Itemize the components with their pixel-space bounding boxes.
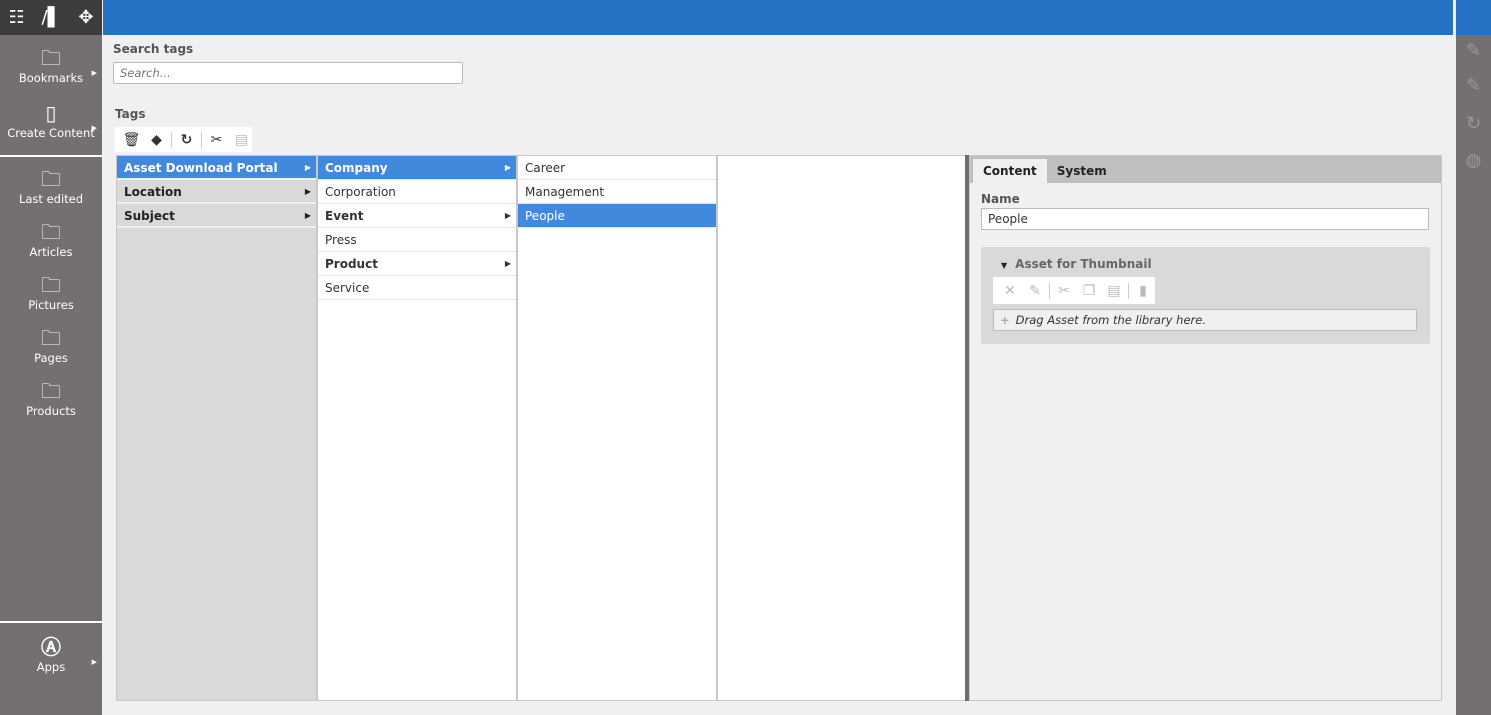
separator	[171, 131, 172, 148]
tab-system[interactable]: System	[1047, 159, 1117, 183]
navigate-icon[interactable]: ✥	[78, 7, 93, 28]
search-folder-icon: 🗀	[41, 273, 61, 297]
tag-label: Asset Download Portal	[124, 161, 278, 175]
chevron-right-icon: ▶	[304, 211, 311, 220]
cut-icon[interactable]: ✂	[1053, 283, 1075, 299]
header-bar	[103, 0, 1453, 35]
tag-item[interactable]: Press	[318, 228, 516, 252]
asset-drop-zone[interactable]: + Drag Asset from the library here.	[993, 309, 1417, 331]
sync-icon[interactable]: ↻	[1456, 113, 1491, 134]
chevron-right-icon: ▶	[504, 163, 511, 172]
tag-label: Service	[325, 281, 370, 295]
name-label: Name	[981, 192, 1020, 206]
delete-icon[interactable]: 🗑	[121, 132, 142, 148]
divider	[0, 621, 102, 623]
tag-label: Corporation	[325, 185, 396, 199]
sidebar-item-articles[interactable]: 🗀 Articles	[0, 219, 102, 259]
tag-column-2: Company ▶ Corporation Event ▶ Press Product ▶ Se…	[317, 155, 517, 701]
search-folder-icon: 🗀	[41, 167, 61, 191]
checkin-icon[interactable]: ✎	[1456, 40, 1491, 61]
name-field[interactable]: People	[981, 208, 1429, 230]
tag-item[interactable]: Corporation	[318, 180, 516, 204]
separator	[1049, 282, 1050, 299]
plus-icon: +	[1000, 313, 1010, 327]
tags-label: Tags	[115, 107, 146, 121]
chevron-right-icon: ▶	[504, 211, 511, 220]
tag-item[interactable]: Subject ▶	[117, 204, 316, 228]
tag-label: Product	[325, 257, 378, 271]
create-content-icon: ▯	[45, 101, 57, 125]
tag-item[interactable]: Company ▶	[318, 156, 516, 180]
cut-icon[interactable]: ✂	[206, 132, 227, 148]
search-input[interactable]	[113, 62, 463, 84]
tag-item[interactable]: Product ▶	[318, 252, 516, 276]
chevron-right-icon: ▶	[504, 259, 511, 268]
chevron-right-icon: ▶	[304, 187, 311, 196]
tags-toolbar: 🗑 ◆ ↻ ✂ ▤	[115, 127, 252, 152]
sidebar-item-create-content[interactable]: ▯ Create Content ▶	[0, 100, 102, 140]
tag-column-1: Asset Download Portal ▶ Location ▶ Subject ▶	[116, 155, 317, 701]
tag-item[interactable]: Management	[518, 180, 716, 204]
separator	[201, 131, 202, 148]
search-tags-label: Search tags	[113, 42, 194, 56]
paste-icon[interactable]: ▤	[1103, 283, 1125, 299]
tag-item[interactable]: Location ▶	[117, 180, 316, 204]
withdraw-icon[interactable]: ◍	[1456, 150, 1491, 171]
separator	[1128, 282, 1129, 299]
chevron-right-icon: ▶	[91, 69, 97, 77]
tag-item[interactable]: Event ▶	[318, 204, 516, 228]
tag-item[interactable]: Career	[518, 156, 716, 180]
tag-item[interactable]: Asset Download Portal ▶	[117, 156, 316, 180]
add-tag-icon[interactable]: ◆	[146, 132, 167, 148]
detail-tabs: Content System	[970, 156, 1441, 183]
tag-label: Management	[525, 185, 605, 199]
tag-label: Press	[325, 233, 357, 247]
discard-icon[interactable]: ✎	[1456, 75, 1491, 96]
search-folder-icon: 🗀	[41, 220, 61, 244]
chevron-right-icon: ▶	[91, 124, 97, 132]
apps-grid-icon[interactable]: ☷	[8, 7, 24, 28]
library-icon[interactable]: /▌	[42, 7, 62, 28]
apps-icon: Ⓐ	[41, 635, 61, 659]
remove-icon[interactable]: ✕	[999, 283, 1021, 299]
asset-thumbnail-section: ▼ Asset for Thumbnail ✕ ✎ ✂ ❐ ▤ ▮ + Drag A…	[981, 247, 1430, 344]
right-toolbar	[1456, 0, 1491, 715]
tag-item[interactable]: Service	[318, 276, 516, 300]
asset-section-header[interactable]: ▼ Asset for Thumbnail	[1001, 257, 1152, 271]
paste-icon[interactable]: ▤	[231, 132, 252, 148]
add-document-icon[interactable]: ▮	[1132, 283, 1154, 299]
sidebar-item-pages[interactable]: 🗀 Pages	[0, 325, 102, 365]
search-folder-icon: 🗀	[41, 326, 61, 350]
bookmark-folder-icon: 🗀	[41, 46, 61, 70]
right-header	[1456, 0, 1491, 35]
detail-panel: Content System Name People ▼ Asset for Th…	[969, 155, 1442, 701]
tag-label: Career	[525, 161, 566, 175]
tag-column-4	[717, 155, 966, 701]
tag-label: Location	[124, 185, 182, 199]
caret-down-icon: ▼	[1001, 261, 1008, 270]
sidebar-item-pictures[interactable]: 🗀 Pictures	[0, 272, 102, 312]
asset-toolbar: ✕ ✎ ✂ ❐ ▤ ▮	[993, 277, 1155, 304]
tag-label: People	[525, 209, 565, 223]
tag-item[interactable]: People	[518, 204, 716, 228]
sidebar-item-last-edited[interactable]: 🗀 Last edited	[0, 166, 102, 206]
copy-icon[interactable]: ❐	[1078, 283, 1100, 299]
edit-icon[interactable]: ✎	[1024, 283, 1046, 299]
tag-column-3: Career Management People	[517, 155, 717, 701]
tag-label: Subject	[124, 209, 175, 223]
chevron-right-icon: ▶	[304, 163, 311, 172]
sidebar-item-apps[interactable]: Ⓐ Apps ▶	[0, 634, 102, 674]
tab-content[interactable]: Content	[973, 159, 1047, 183]
search-folder-icon: 🗀	[41, 379, 61, 403]
divider	[0, 155, 102, 157]
chevron-right-icon: ▶	[91, 658, 97, 666]
top-left-toolbar: ☷ /▌ ✥	[0, 0, 102, 35]
sidebar-item-bookmarks[interactable]: 🗀 Bookmarks ▶	[0, 45, 102, 85]
refresh-icon[interactable]: ↻	[176, 132, 197, 148]
tag-label: Event	[325, 209, 364, 223]
sidebar-item-products[interactable]: 🗀 Products	[0, 378, 102, 418]
tag-label: Company	[325, 161, 388, 175]
